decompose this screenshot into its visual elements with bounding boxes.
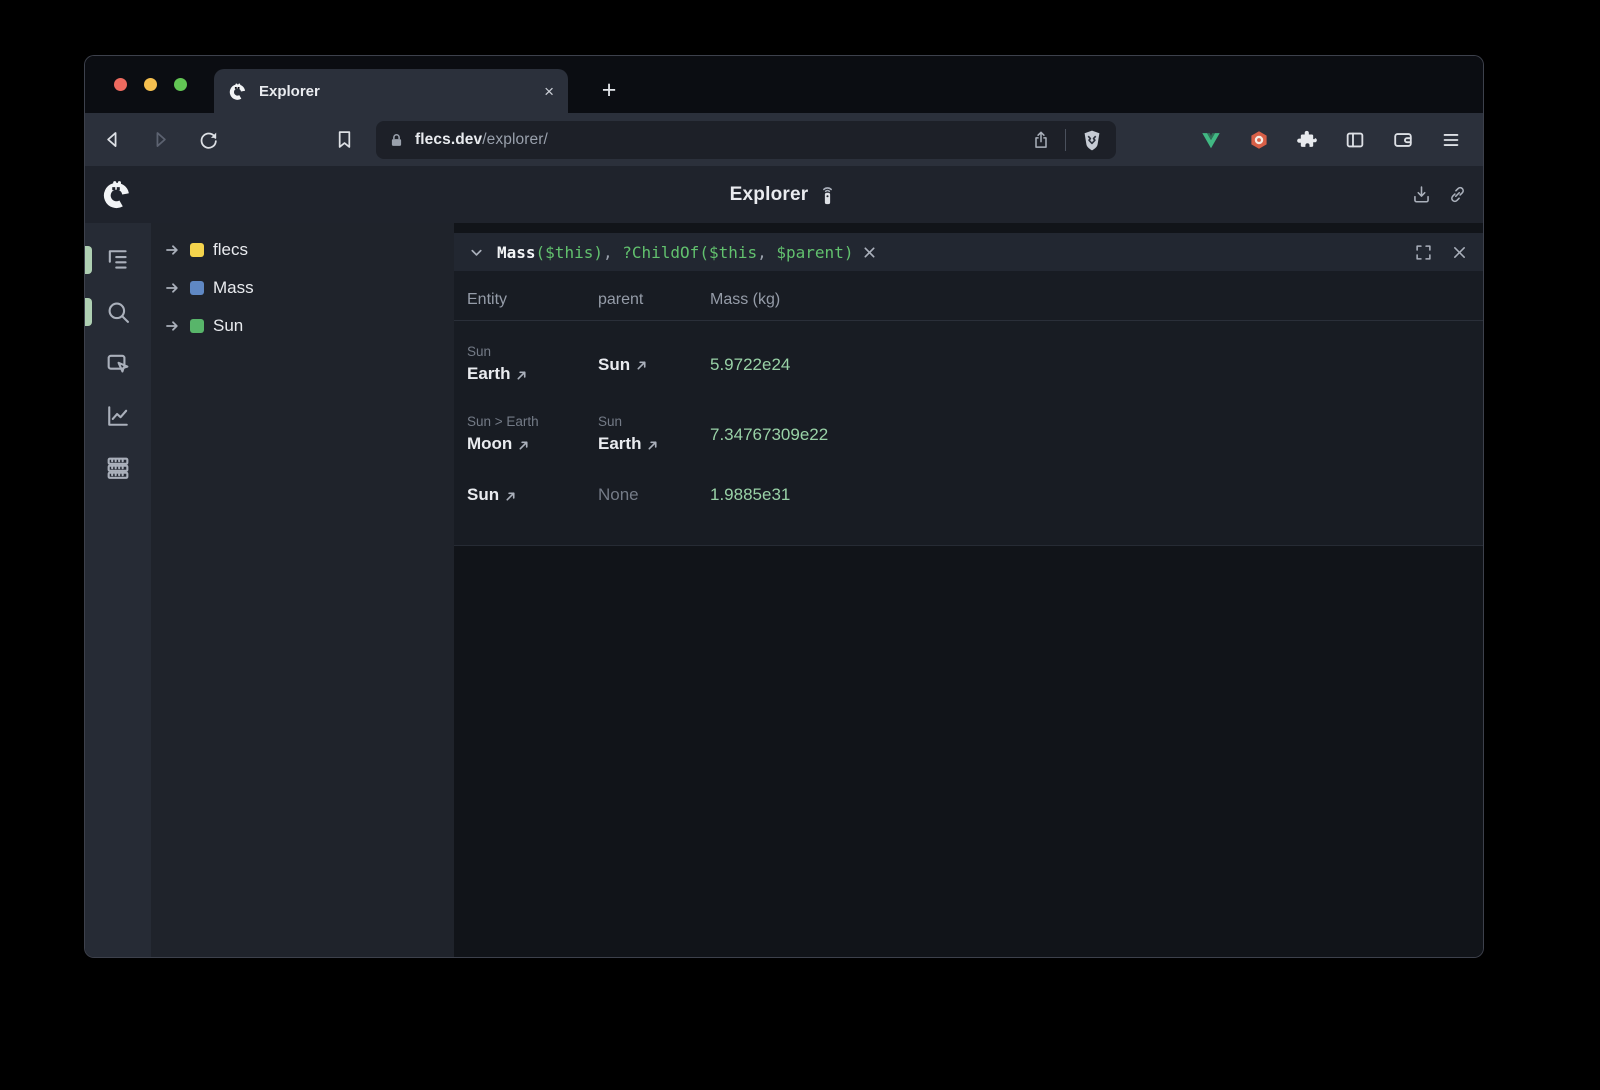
brave-shield-icon[interactable] [1080,128,1104,152]
parent-none: None [598,485,710,505]
page-title: Explorer [730,184,809,206]
sidebar [85,223,151,958]
url-domain: flecs.dev [415,131,482,148]
extensions-puzzle-icon[interactable] [1296,129,1318,151]
zoom-window-button[interactable] [174,78,187,91]
screen: Explorer × + flecs.dev/expl [0,0,1600,1090]
active-indicator [85,298,92,326]
entity-link[interactable]: Earth [467,361,598,387]
entity-link[interactable]: Moon [467,431,598,457]
wallet-icon[interactable] [1392,129,1414,151]
main-content: flecs Mass Sun [85,223,1483,958]
expand-arrow-icon[interactable] [164,320,181,332]
sidebar-toggle-icon[interactable] [1344,129,1366,151]
parent-link[interactable]: Sun [598,352,710,378]
query-area: Mass($this), ?ChildOf($this, $parent) En… [454,223,1483,958]
new-tab-button[interactable]: + [589,70,629,110]
forward-icon[interactable] [150,129,171,150]
menu-icon[interactable] [1440,129,1462,151]
expand-arrow-icon[interactable] [164,282,181,294]
open-entity-icon [647,440,658,451]
share-icon[interactable] [1031,130,1051,150]
query-header: Mass($this), ?ChildOf($this, $parent) [454,233,1483,271]
memory-icon[interactable] [104,454,132,482]
entity-path: Sun > Earth [467,412,598,431]
minimize-window-button[interactable] [144,78,157,91]
column-header-entity: Entity [467,283,598,309]
open-entity-icon [518,440,529,451]
browser-window: Explorer × + flecs.dev/expl [84,55,1484,958]
traffic-lights [114,78,187,91]
search-icon[interactable] [104,298,132,326]
bookmark-icon[interactable] [334,129,355,150]
entity-path: Sun [467,342,598,361]
table-header-row: Entity parent Mass (kg) [454,271,1483,321]
reload-icon[interactable] [198,129,219,150]
lock-icon [388,132,405,149]
remote-connected-icon[interactable] [817,183,838,206]
entity-name: Sun [467,482,499,508]
tree-item-mass[interactable]: Mass [151,269,454,307]
app-header: Explorer [85,166,1483,223]
tab-bar: Explorer × + [85,56,1483,113]
collapse-chevron-icon[interactable] [469,245,484,260]
browser-toolbar: flecs.dev/explorer/ [85,113,1483,166]
flecs-logo [101,179,132,210]
permalink-icon[interactable] [1447,184,1468,205]
query-results: Sun Earth Sun [454,321,1483,509]
clear-query-icon[interactable] [863,246,876,259]
inspector-icon[interactable] [104,350,132,378]
expand-arrow-icon[interactable] [164,244,181,256]
entity-name: Earth [467,361,510,387]
url-path: /explorer/ [482,131,548,148]
parent-link[interactable]: Earth [598,431,710,457]
parent-name: Sun [598,352,630,378]
entity-name: Moon [467,431,512,457]
mass-value: 1.9885e31 [710,481,1483,509]
vue-extension-icon[interactable] [1200,129,1222,151]
mass-value: 7.34767309e22 [710,411,1483,458]
entity-tree-icon[interactable] [104,246,132,274]
parent-path: Sun [598,412,710,431]
query-expression[interactable]: Mass($this), ?ChildOf($this, $parent) [497,243,853,262]
close-query-icon[interactable] [1451,244,1468,261]
entity-color-swatch [190,243,204,257]
entity-color-swatch [190,319,204,333]
tree-item-label: flecs [213,240,248,260]
open-entity-icon [636,360,647,371]
download-icon[interactable] [1411,184,1432,205]
open-entity-icon [516,370,527,381]
entity-tree-panel: flecs Mass Sun [151,223,454,958]
entity-link[interactable]: Sun [467,482,598,508]
entity-color-swatch [190,281,204,295]
table-row: Sun Earth Sun [467,341,1483,388]
parent-name: Earth [598,431,641,457]
stats-icon[interactable] [104,402,132,430]
tab-close-button[interactable]: × [544,83,554,100]
tree-item-label: Mass [213,278,254,298]
tree-item-flecs[interactable]: flecs [151,231,454,269]
back-icon[interactable] [102,129,123,150]
table-row: Sun None 1.9885e31 [467,481,1483,509]
url-bar[interactable]: flecs.dev/explorer/ [376,121,1116,159]
url-text: flecs.dev/explorer/ [415,131,1031,149]
flecs-favicon [228,82,247,101]
hexagon-extension-icon[interactable] [1248,129,1270,151]
divider [1065,129,1066,151]
close-window-button[interactable] [114,78,127,91]
browser-tab[interactable]: Explorer × [214,69,568,113]
tab-title: Explorer [259,83,544,100]
column-header-mass: Mass (kg) [710,283,1483,309]
column-header-parent: parent [598,283,710,309]
fullscreen-icon[interactable] [1415,244,1432,261]
table-row: Sun > Earth Moon Sun Earth [467,411,1483,458]
tree-item-label: Sun [213,316,243,336]
active-indicator [85,246,92,274]
mass-value: 5.9722e24 [710,341,1483,388]
query-panel: Mass($this), ?ChildOf($this, $parent) En… [454,233,1483,546]
tree-item-sun[interactable]: Sun [151,307,454,345]
open-entity-icon [505,491,516,502]
